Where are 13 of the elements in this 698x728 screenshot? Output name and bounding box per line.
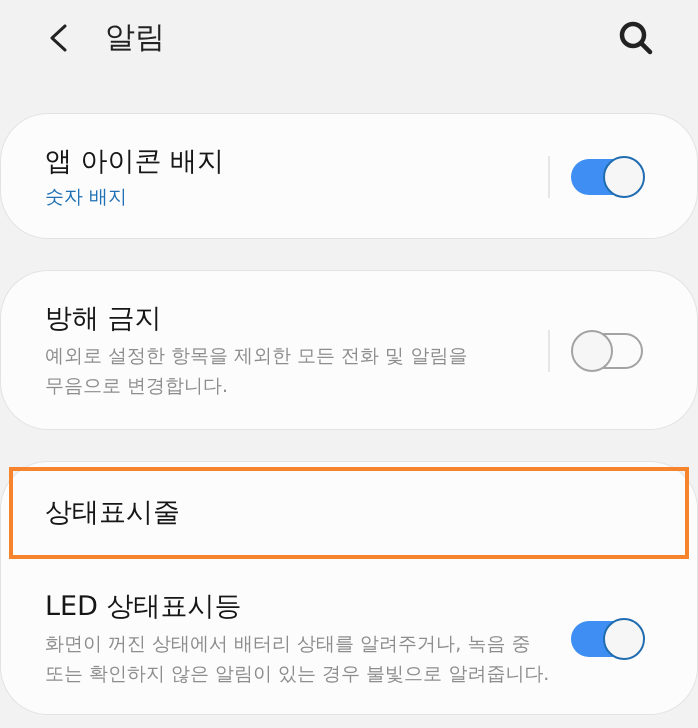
page-title: 알림: [105, 19, 165, 57]
setting-title[interactable]: 방해 금지: [45, 301, 162, 337]
setting-value: 숫자 배지: [45, 185, 128, 210]
search-button[interactable]: [618, 20, 654, 56]
setting-description: 화면이 꺼진 상태에서 배터리 상태를 알려주거나, 녹음 중 또는 확인하지 않은 알림이 있는 경우 불빛으로 알려줍니다.: [45, 632, 550, 687]
setting-title[interactable]: 앱 아이콘 배지: [45, 144, 224, 180]
setting-title[interactable]: LED 상태표시등: [45, 589, 242, 625]
back-icon: [48, 24, 68, 52]
setting-title[interactable]: 상태표시줄: [45, 495, 180, 531]
toggle-switch[interactable]: [571, 617, 645, 661]
toggle-switch[interactable]: [571, 155, 645, 199]
search-icon: [619, 21, 653, 55]
setting-description: 예외로 설정한 항목을 제외한 모든 전화 및 알림을 무음으로 변경합니다.: [45, 344, 468, 399]
